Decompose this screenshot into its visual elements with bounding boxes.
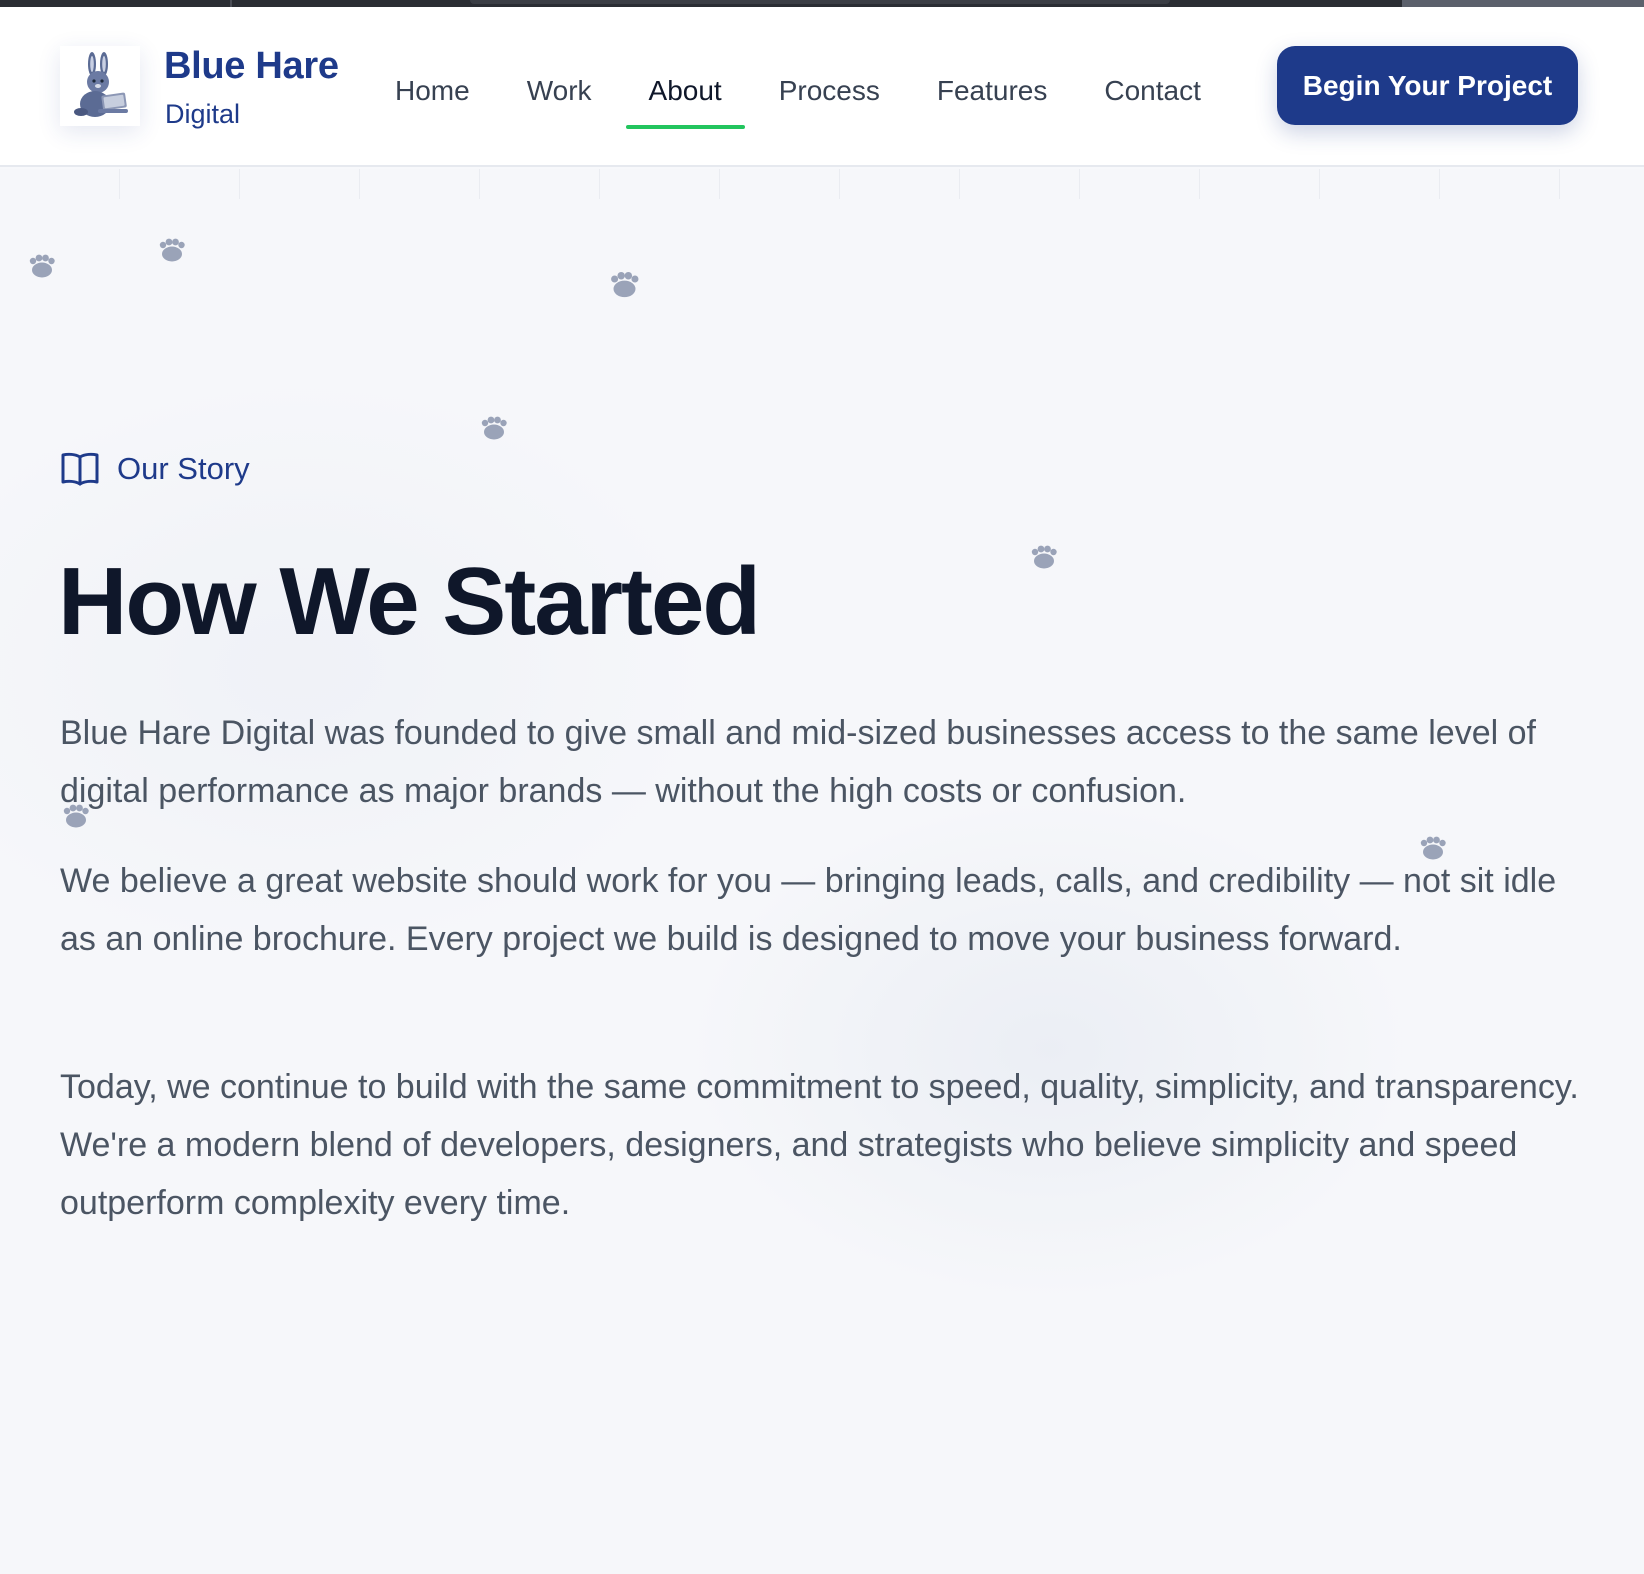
logo[interactable] (60, 46, 140, 126)
begin-project-button[interactable]: Begin Your Project (1277, 46, 1578, 125)
nav-contact[interactable]: Contact (1104, 67, 1201, 127)
open-book-icon (61, 452, 99, 486)
paw-print-icon (481, 416, 507, 440)
story-paragraph: We believe a great website should work f… (60, 862, 1557, 958)
section-eyebrow: Our Story (60, 449, 250, 489)
story-paragraph: Blue Hare Digital was founded to give sm… (60, 714, 1536, 810)
paw-print-icon (29, 254, 55, 278)
decorative-grid (0, 169, 1644, 199)
our-story-section: Our Story How We Started Blue Hare Digit… (0, 169, 1644, 1574)
paw-print-icon (159, 238, 185, 262)
nav-features[interactable]: Features (937, 67, 1048, 127)
nav-process[interactable]: Process (779, 67, 880, 127)
hare-with-laptop-icon (74, 52, 128, 117)
site-header: Blue Hare Digital Home Work About Proces… (0, 7, 1644, 167)
brand-name[interactable]: Blue Hare (164, 45, 339, 88)
browser-top-strip (0, 0, 1644, 7)
section-title: How We Started (58, 548, 761, 655)
paw-print-icon (1031, 545, 1057, 569)
nav-work[interactable]: Work (527, 67, 592, 127)
nav-home[interactable]: Home (395, 67, 470, 127)
eyebrow-label: Our Story (117, 451, 250, 486)
brand-subtitle[interactable]: Digital (165, 99, 240, 130)
paw-print-icon (611, 271, 639, 298)
nav-about[interactable]: About (625, 67, 745, 129)
story-paragraph: Today, we continue to build with the sam… (60, 1068, 1579, 1222)
main-nav: Home Work About Process Features Contact (395, 67, 1258, 129)
